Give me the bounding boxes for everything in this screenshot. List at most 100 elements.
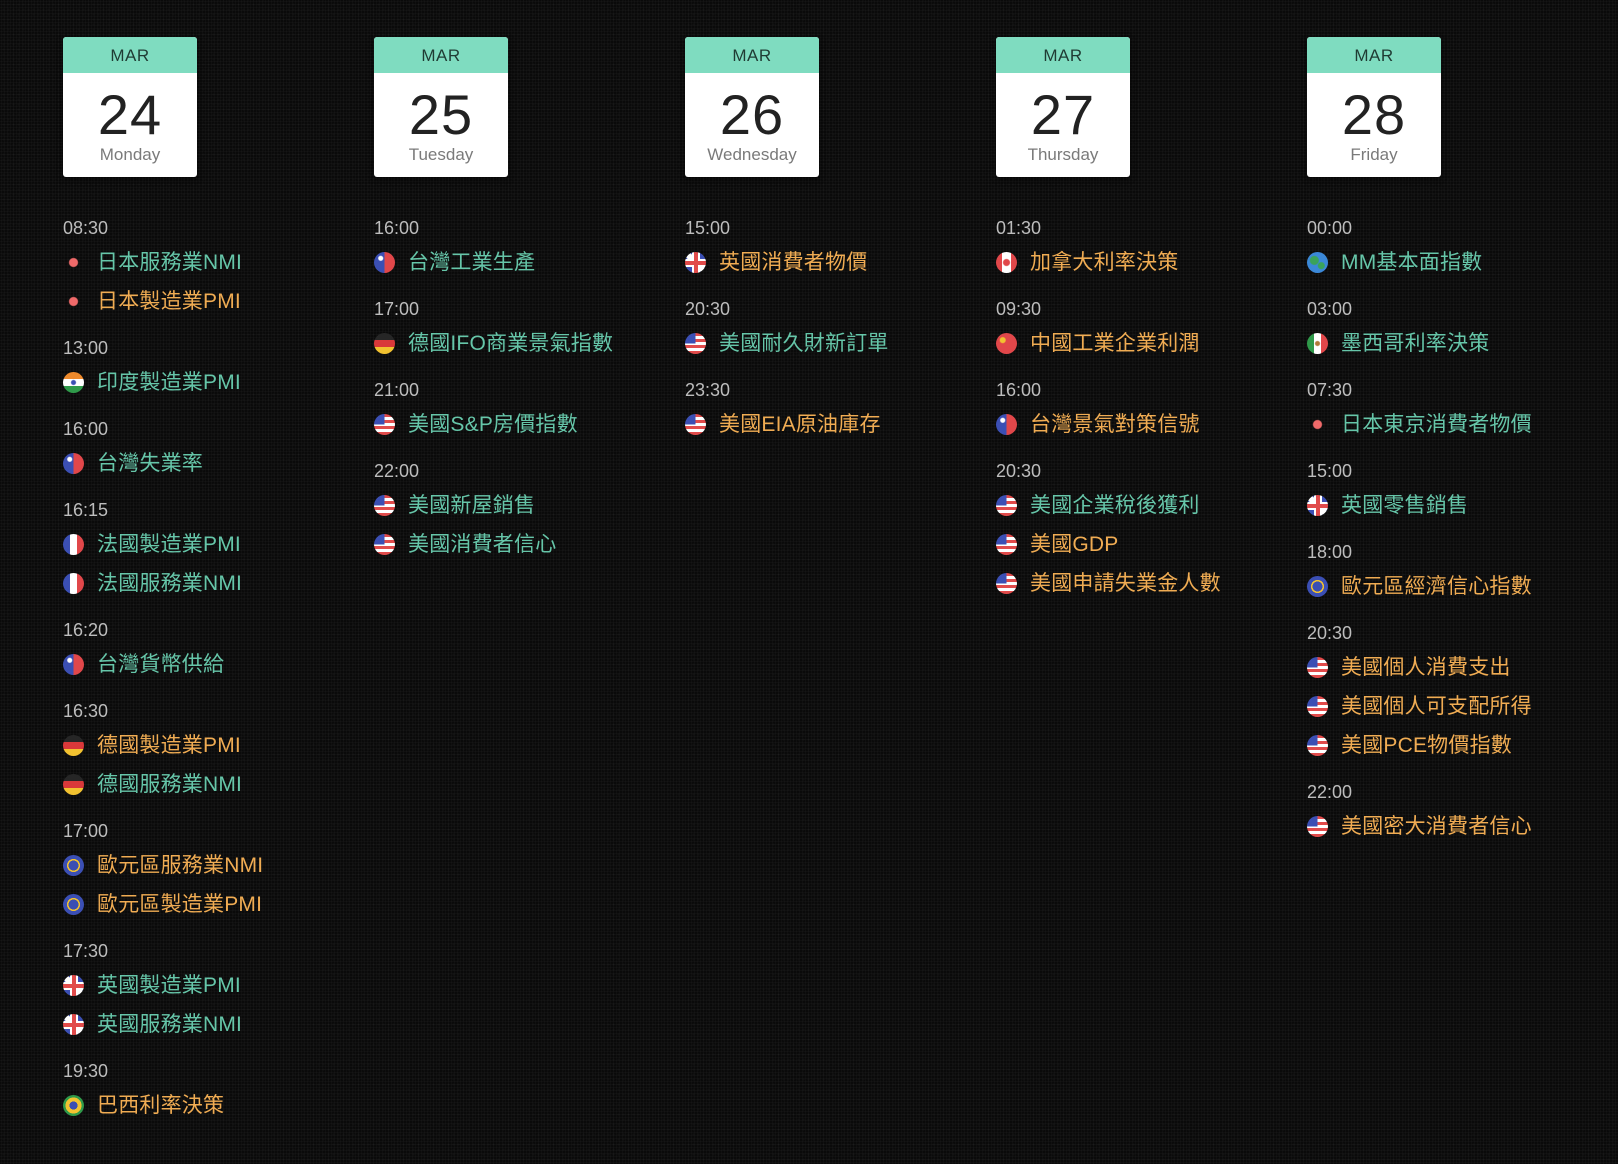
event-time: 17:00 xyxy=(374,299,420,319)
event-time: 15:00 xyxy=(685,218,731,238)
event-item[interactable]: 台灣失業率 xyxy=(63,444,363,483)
event-item[interactable]: 歐元區製造業PMI xyxy=(63,885,363,924)
mexico-flag-icon xyxy=(1307,333,1328,354)
event-list: 01:30 加拿大利率決策 09:30 中國工業企業利潤 16:00 台灣景氣對策信號 20… xyxy=(996,217,1296,603)
event-item[interactable]: 美國個人可支配所得 xyxy=(1307,687,1607,726)
day-column-mar-26: MAR 26 Wednesday 15:00 英國消費者物價 20:30 美國耐久財新… xyxy=(685,37,985,460)
time-group: 01:30 加拿大利率決策 xyxy=(996,217,1296,282)
date-month: MAR xyxy=(996,37,1130,73)
event-item[interactable]: 法國服務業NMI xyxy=(63,564,363,603)
usa-flag-icon xyxy=(996,573,1017,594)
event-item[interactable]: 美國EIA原油庫存 xyxy=(685,405,985,444)
event-time: 17:30 xyxy=(63,941,109,961)
event-item[interactable]: MM基本面指數 xyxy=(1307,243,1607,282)
event-item[interactable]: 日本服務業NMI xyxy=(63,243,363,282)
usa-flag-icon xyxy=(685,414,706,435)
event-name: 美國申請失業金人數 xyxy=(1030,571,1221,595)
date-weekday: Thursday xyxy=(1027,145,1099,164)
event-item[interactable]: 美國PCE物價指數 xyxy=(1307,726,1607,765)
japan-flag-icon xyxy=(63,291,84,312)
event-time: 22:00 xyxy=(374,461,420,481)
event-item[interactable]: 台灣貨幣供給 xyxy=(63,645,363,684)
event-item[interactable]: 台灣工業生產 xyxy=(374,243,674,282)
event-name: 英國消費者物價 xyxy=(719,250,868,274)
uk-flag-icon xyxy=(1307,495,1328,516)
event-name: 美國個人消費支出 xyxy=(1341,655,1511,679)
event-item[interactable]: 德國服務業NMI xyxy=(63,765,363,804)
event-item[interactable]: 法國製造業PMI xyxy=(63,525,363,564)
globe-icon xyxy=(1307,252,1328,273)
time-group: 16:30 德國製造業PMI 德國服務業NMI xyxy=(63,700,363,804)
event-name: 巴西利率決策 xyxy=(97,1093,225,1117)
event-item[interactable]: 美國密大消費者信心 xyxy=(1307,807,1607,846)
event-time: 20:30 xyxy=(1307,623,1353,643)
eu-flag-icon xyxy=(1307,576,1328,597)
event-item[interactable]: 英國製造業PMI xyxy=(63,966,363,1005)
event-item[interactable]: 美國個人消費支出 xyxy=(1307,648,1607,687)
date-weekday: Monday xyxy=(99,145,161,164)
taiwan-flag-icon xyxy=(996,414,1017,435)
usa-flag-icon xyxy=(685,333,706,354)
uk-flag-icon xyxy=(63,975,84,996)
event-item[interactable]: 美國企業稅後獲利 xyxy=(996,486,1296,525)
eu-flag-icon xyxy=(63,855,84,876)
event-item[interactable]: 印度製造業PMI xyxy=(63,363,363,402)
event-name: 美國耐久財新訂單 xyxy=(719,331,889,355)
event-name: 美國S&P房價指數 xyxy=(408,412,578,436)
event-item[interactable]: 英國零售銷售 xyxy=(1307,486,1607,525)
date-month: MAR xyxy=(1307,37,1441,73)
event-list: 15:00 英國消費者物價 20:30 美國耐久財新訂單 23:30 美國EIA原油庫存 xyxy=(685,217,985,444)
time-group: 20:30 美國企業稅後獲利 美國GDP 美國申請失業金人數 xyxy=(996,460,1296,603)
time-group: 16:15 法國製造業PMI 法國服務業NMI xyxy=(63,499,363,603)
date-weekday: Tuesday xyxy=(408,145,474,164)
uk-flag-icon xyxy=(685,252,706,273)
event-item[interactable]: 美國耐久財新訂單 xyxy=(685,324,985,363)
usa-flag-icon xyxy=(996,534,1017,555)
event-time: 23:30 xyxy=(685,380,731,400)
event-item[interactable]: 日本製造業PMI xyxy=(63,282,363,321)
usa-flag-icon xyxy=(1307,816,1328,837)
date-month: MAR xyxy=(63,37,197,73)
time-group: 15:00 英國消費者物價 xyxy=(685,217,985,282)
event-item[interactable]: 日本東京消費者物價 xyxy=(1307,405,1607,444)
time-group: 07:30 日本東京消費者物價 xyxy=(1307,379,1607,444)
taiwan-flag-icon xyxy=(374,252,395,273)
date-month: MAR xyxy=(685,37,819,73)
event-time: 08:30 xyxy=(63,218,109,238)
event-name: 德國製造業PMI xyxy=(97,733,241,757)
date-day-number: 26 xyxy=(719,83,785,146)
event-name: 英國服務業NMI xyxy=(97,1012,243,1036)
event-name: 台灣工業生產 xyxy=(408,250,536,274)
event-name: 德國IFO商業景氣指數 xyxy=(408,331,614,355)
event-time: 01:30 xyxy=(996,218,1042,238)
event-item[interactable]: 中國工業企業利潤 xyxy=(996,324,1296,363)
usa-flag-icon xyxy=(996,495,1017,516)
event-name: 英國零售銷售 xyxy=(1341,493,1469,517)
event-item[interactable]: 美國消費者信心 xyxy=(374,525,674,564)
event-name: 美國新屋銷售 xyxy=(408,493,536,517)
event-time: 16:30 xyxy=(63,701,109,721)
event-item[interactable]: 加拿大利率決策 xyxy=(996,243,1296,282)
china-flag-icon xyxy=(996,333,1017,354)
event-item[interactable]: 美國S&P房價指數 xyxy=(374,405,674,444)
event-name: 德國服務業NMI xyxy=(97,772,243,796)
event-item[interactable]: 歐元區經濟信心指數 xyxy=(1307,567,1607,606)
event-item[interactable]: 美國GDP xyxy=(996,525,1296,564)
event-time: 07:30 xyxy=(1307,380,1353,400)
event-item[interactable]: 英國服務業NMI xyxy=(63,1005,363,1044)
event-item[interactable]: 歐元區服務業NMI xyxy=(63,846,363,885)
event-item[interactable]: 德國製造業PMI xyxy=(63,726,363,765)
event-item[interactable]: 巴西利率決策 xyxy=(63,1086,363,1125)
time-group: 16:00 台灣工業生產 xyxy=(374,217,674,282)
event-name: 印度製造業PMI xyxy=(97,370,241,394)
event-item[interactable]: 台灣景氣對策信號 xyxy=(996,405,1296,444)
event-item[interactable]: 美國新屋銷售 xyxy=(374,486,674,525)
usa-flag-icon xyxy=(374,495,395,516)
time-group: 22:00 美國新屋銷售美國消費者信心 xyxy=(374,460,674,564)
event-item[interactable]: 英國消費者物價 xyxy=(685,243,985,282)
event-item[interactable]: 美國申請失業金人數 xyxy=(996,564,1296,603)
event-name: 加拿大利率決策 xyxy=(1030,250,1179,274)
event-item[interactable]: 德國IFO商業景氣指數 xyxy=(374,324,674,363)
event-item[interactable]: 墨西哥利率決策 xyxy=(1307,324,1607,363)
event-time: 16:15 xyxy=(63,500,109,520)
